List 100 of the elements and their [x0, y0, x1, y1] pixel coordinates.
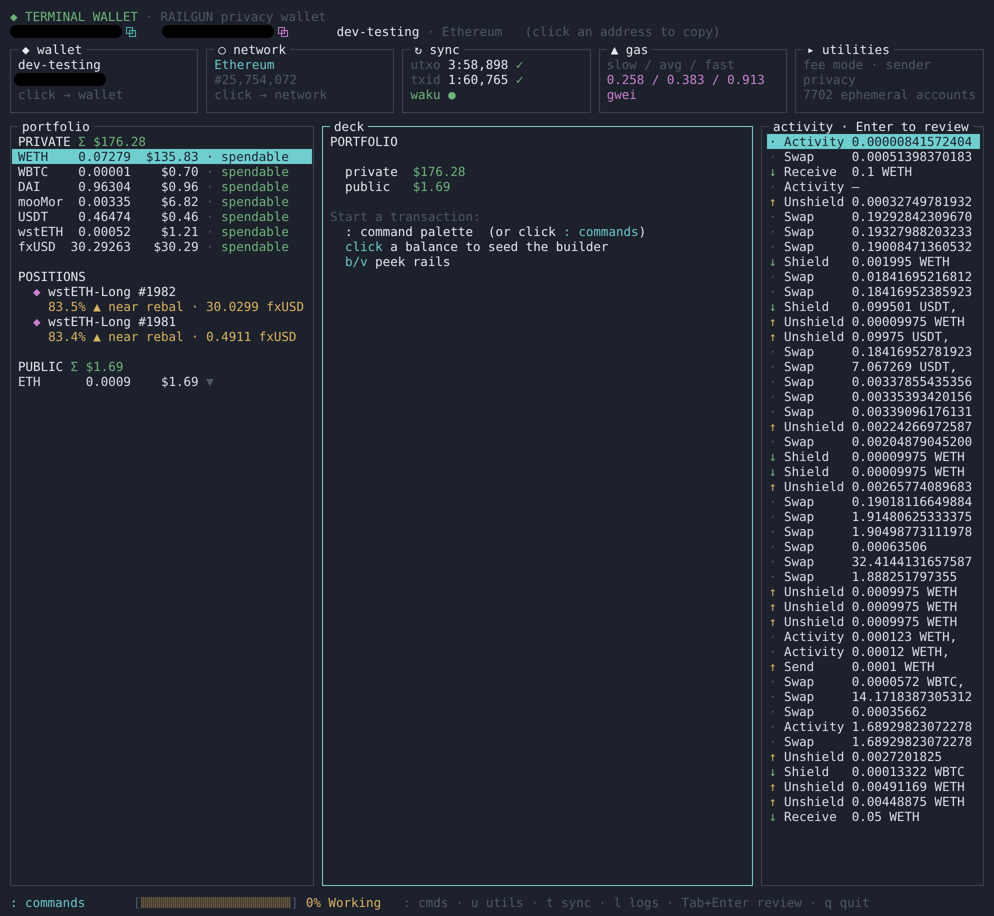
balance-value[interactable]: $176.28 [412, 164, 466, 179]
activity-row[interactable]: · Swap 0.00035662 [767, 704, 980, 719]
direction-icon: · [769, 179, 784, 194]
activity-row[interactable]: ↑ Unshield 0.00224266972587 [767, 419, 980, 434]
copy-icon[interactable] [126, 26, 136, 36]
activity-row[interactable]: · Swap 0.01841695216812 [767, 269, 980, 284]
activity-row[interactable]: ↓ Shield 0.00009975 WETH [767, 464, 980, 479]
token-status: spendable [221, 224, 290, 239]
activity-amount: 0.00448875 WETH [852, 794, 966, 809]
activity-row[interactable]: · Swap 0.00339096176131 [767, 404, 980, 419]
activity-row[interactable]: ↑ Unshield 0.09975 USDT, [767, 329, 980, 344]
activity-row[interactable]: ↑ Unshield 0.00265774089683 [767, 479, 980, 494]
token-symbol: wstETH [18, 224, 64, 239]
activity-amount: 0.00032749781932 [852, 194, 974, 209]
activity-row[interactable]: · Swap 0.19292842309670 [767, 209, 980, 224]
activity-row[interactable]: ↓ Receive 0.05 WETH [767, 809, 980, 824]
card-text: 3:58,898 [448, 57, 510, 72]
activity-row[interactable]: ↑ Unshield 0.00448875 WETH [767, 794, 980, 809]
activity-row[interactable]: ↓ Shield 0.00009975 WETH [767, 449, 980, 464]
card-text: fee mode · sender [802, 57, 931, 72]
activity-row[interactable]: · Swap 0.0000572 WBTC, [767, 674, 980, 689]
activity-row[interactable]: ↑ Unshield 0.0009975 WETH [767, 584, 980, 599]
card-text: ✓ [516, 72, 524, 87]
activity-row[interactable]: ↑ Unshield 0.00032749781932 [767, 194, 980, 209]
copy-icon[interactable] [278, 26, 288, 36]
activity-amount: 0.00337855435356 [852, 374, 974, 389]
total-value: Σ $176.28 [78, 134, 146, 149]
token-value: $1.69 [160, 374, 199, 389]
activity-row[interactable]: · Swap 0.19327988203233 [767, 224, 980, 239]
token-row[interactable]: WBTC 0.00001 $0.70 · spendable [12, 164, 312, 179]
token-status: spendable [221, 239, 290, 254]
activity-type: Receive [784, 164, 838, 179]
activity-type: Unshield [784, 479, 846, 494]
info-card[interactable]: ▲ gas slow / avg / fast 0.258 / 0.383 / 0.913 gwei [598, 42, 787, 113]
card-title: ◆ wallet [18, 42, 86, 57]
activity-row[interactable]: · Swap 7.067269 USDT, [767, 359, 980, 374]
info-card[interactable]: ↻ sync utxo 3:58,898 ✓ txid 1:60,765 ✓ waku ● [402, 42, 591, 113]
card-text: utxo [410, 57, 442, 72]
activity-row[interactable]: · Swap 0.00051398370183 [767, 149, 980, 164]
info-card[interactable]: ◆ wallet dev-testing click → wallet [10, 42, 198, 113]
activity-type: Swap [784, 359, 816, 374]
activity-row[interactable]: · Swap 1.91480625333375 [767, 509, 980, 524]
token-row[interactable]: wstETH 0.00052 $1.21 · spendable [12, 224, 312, 239]
activity-type: Swap [784, 674, 816, 689]
activity-row[interactable]: ↑ Send 0.0001 WETH [767, 659, 980, 674]
direction-icon: · [769, 629, 784, 644]
direction-icon: ↑ [769, 779, 784, 794]
activity-row[interactable]: · Swap 0.00063506 [767, 539, 980, 554]
info-card[interactable]: ▸ utilities fee mode · sender privacy 7702 ephemeral accounts [794, 42, 984, 113]
direction-icon: · [769, 389, 784, 404]
token-amount: 30.29263 [70, 239, 131, 254]
token-value: $135.83 [144, 149, 199, 164]
commands-link[interactable]: : commands [10, 895, 86, 910]
activity-row[interactable]: ↑ Unshield 0.0027201825 [767, 749, 980, 764]
activity-row[interactable]: · Activity 1.68929823072278 [767, 719, 980, 734]
activity-row[interactable]: ↑ Unshield 0.0009975 WETH [767, 599, 980, 614]
activity-row[interactable]: ↑ Unshield 0.00009975 WETH [767, 314, 980, 329]
activity-row[interactable]: · Swap 0.18416952781923 [767, 344, 980, 359]
activity-row[interactable]: · Swap 1.888251797355 [767, 569, 980, 584]
activity-row[interactable]: · Swap 14.1718387305312 [767, 689, 980, 704]
activity-row[interactable]: · Swap 0.18416952385923 [767, 284, 980, 299]
activity-type: Shield [784, 299, 830, 314]
activity-row[interactable]: ↑ Unshield 0.00491169 WETH [767, 779, 980, 794]
activity-row[interactable]: ↓ Shield 0.099501 USDT, [767, 299, 980, 314]
hint-text: : commands [563, 224, 639, 239]
balance-value[interactable]: $1.69 [412, 179, 450, 194]
activity-row[interactable]: · Activity 0.00012 WETH, [767, 644, 980, 659]
activity-type: Swap [784, 239, 816, 254]
token-row[interactable]: mooMor 0.00335 $6.82 · spendable [12, 194, 312, 209]
activity-type: Unshield [784, 779, 846, 794]
info-card[interactable]: ○ network Ethereum #25,754,072 click → network [206, 42, 394, 113]
activity-row[interactable]: · Swap 1.68929823072278 [767, 734, 980, 749]
direction-icon: · [769, 404, 784, 419]
activity-row[interactable]: · Activity 0.000123 WETH, [767, 629, 980, 644]
token-row[interactable]: USDT 0.46474 $0.46 · spendable [12, 209, 312, 224]
activity-row[interactable]: ↓ Receive 0.1 WETH [767, 164, 980, 179]
token-row[interactable]: fxUSD 30.29263 $30.29 · spendable [12, 239, 312, 254]
activity-row[interactable]: · Activity — [767, 179, 980, 194]
activity-row[interactable]: ↓ Shield 0.00013322 WBTC [767, 764, 980, 779]
activity-row[interactable]: · Swap 1.90498773111978 [767, 524, 980, 539]
activity-row[interactable]: · Swap 0.00335393420156 [767, 389, 980, 404]
direction-icon: ↑ [769, 599, 784, 614]
activity-amount: 0.19292842309670 [852, 209, 974, 224]
activity-row[interactable]: · Swap 0.00204879045200 [767, 434, 980, 449]
activity-row[interactable]: ↑ Unshield 0.0009975 WETH [767, 614, 980, 629]
direction-icon: ↓ [769, 449, 784, 464]
direction-icon: ↑ [769, 419, 784, 434]
activity-row[interactable]: · Activity 0.00000841572404 [767, 134, 980, 149]
card-text: click → wallet [18, 87, 124, 102]
activity-row[interactable]: ↓ Shield 0.001995 WETH [767, 254, 980, 269]
activity-row[interactable]: · Swap 0.19008471360532 [767, 239, 980, 254]
activity-row[interactable]: · Swap 0.00337855435356 [767, 374, 980, 389]
activity-row[interactable]: · Swap 0.19018116649884 [767, 494, 980, 509]
activity-amount: 0.1 WETH [852, 164, 913, 179]
direction-icon: · [769, 434, 784, 449]
token-row[interactable]: WETH 0.07279 $135.83 · spendable [12, 149, 312, 164]
activity-row[interactable]: · Swap 32.4144131657587 [767, 554, 980, 569]
activity-amount: 0.00000841572404 [852, 134, 974, 149]
diamond-icon: ◆ [33, 284, 41, 299]
token-row[interactable]: DAI 0.96304 $0.96 · spendable [12, 179, 312, 194]
